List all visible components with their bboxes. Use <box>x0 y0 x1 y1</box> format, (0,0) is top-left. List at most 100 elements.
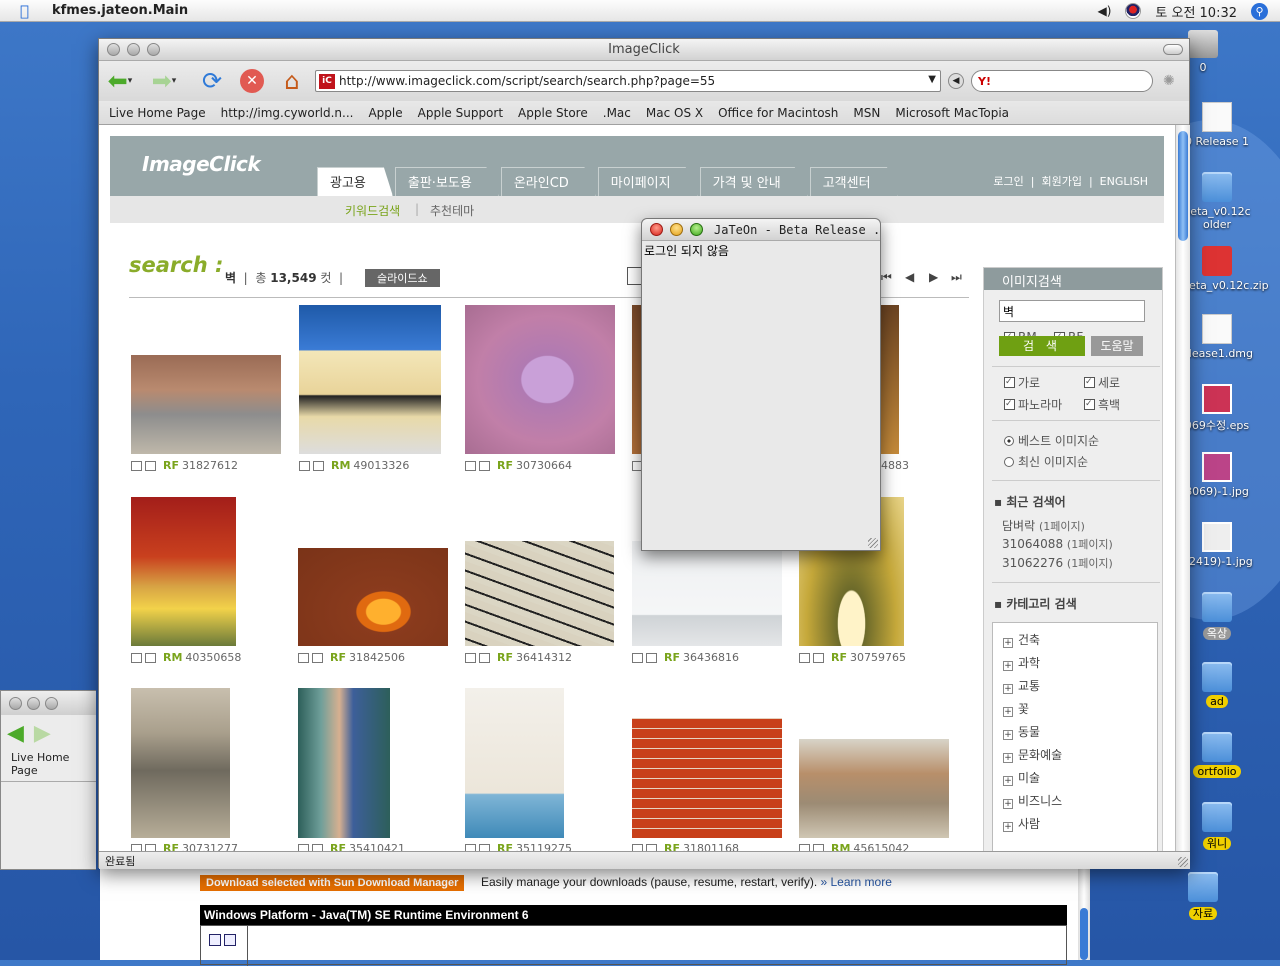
zoom-icon[interactable] <box>479 844 490 851</box>
category-item[interactable]: + 문화예술 <box>1003 746 1062 763</box>
jateon-titlebar[interactable]: JaTeOn - Beta Release ... <box>642 219 880 241</box>
thumbnail-image[interactable] <box>632 541 782 646</box>
last-page-icon[interactable]: ⏭ <box>951 270 962 285</box>
zoom-icon[interactable] <box>312 653 323 663</box>
category-item[interactable]: + 과학 <box>1003 654 1040 671</box>
thumbnail-image[interactable] <box>131 355 281 454</box>
orientation-portrait-checkbox[interactable]: ✓ 세로 <box>1084 374 1120 391</box>
recent-search-item[interactable]: 31062276 (1페이지) <box>1002 555 1113 571</box>
resize-grip-icon[interactable] <box>868 538 878 548</box>
spotlight-icon[interactable]: ⚲ <box>1251 2 1268 20</box>
add-lightbox-icon[interactable] <box>299 461 310 471</box>
orientation-landscape-checkbox[interactable]: ✓ 가로 <box>1004 374 1040 391</box>
bookmark-item[interactable]: Mac OS X <box>646 106 703 120</box>
reload-button[interactable]: ⟳ <box>197 67 227 95</box>
thumbnail-image[interactable] <box>632 718 782 838</box>
category-item[interactable]: + 교통 <box>1003 677 1040 694</box>
signup-link[interactable]: 회원가입 <box>1041 175 1081 188</box>
bookmark-item[interactable]: http://img.cyworld.n... <box>221 106 354 120</box>
thumbnail-image[interactable] <box>465 541 614 646</box>
imageclick-logo[interactable]: ImageClick <box>142 152 261 176</box>
add-lightbox-icon[interactable] <box>465 653 476 663</box>
stop-button[interactable]: ✕ <box>237 67 267 95</box>
expand-icon[interactable]: + <box>1003 638 1013 648</box>
desktop-icon-release[interactable]: 0 Release 1 <box>1182 102 1252 148</box>
slideshow-button[interactable]: 슬라이드쇼 <box>365 269 440 287</box>
back-button[interactable]: ⬅ ▾ <box>105 67 135 95</box>
recent-search-item[interactable]: 담벼락 (1페이지) <box>1002 517 1085 534</box>
desktop-icon-jpg2[interactable]: 32419)-1.jpg <box>1182 522 1253 568</box>
expand-icon[interactable]: + <box>1003 776 1013 786</box>
desktop-icon-folder-portfolio[interactable]: ortfolio <box>1182 732 1252 778</box>
desktop-icon-folder-roof[interactable]: 옥상 <box>1182 592 1252 641</box>
back-arrow-icon[interactable]: ◀ <box>7 721 24 746</box>
resize-grip-icon[interactable] <box>1178 857 1188 867</box>
expand-icon[interactable]: + <box>1003 730 1013 740</box>
zoom-icon[interactable] <box>479 461 490 471</box>
keyword-input[interactable] <box>999 300 1145 322</box>
tab-mypage[interactable]: 마이페이지 <box>597 167 698 196</box>
desktop-icon-eps[interactable]: 069수정.eps <box>1182 384 1252 433</box>
minimize-button-icon[interactable] <box>670 223 683 236</box>
category-item[interactable]: + 동물 <box>1003 723 1040 740</box>
image-id[interactable]: 45615042 <box>853 842 909 851</box>
back-dropdown-icon[interactable]: ▾ <box>128 76 133 86</box>
add-lightbox-icon[interactable] <box>632 653 643 663</box>
uncheck-all-icon[interactable] <box>224 934 236 946</box>
expand-icon[interactable]: + <box>1003 661 1013 671</box>
next-page-icon[interactable]: ▶ <box>929 270 938 284</box>
add-lightbox-icon[interactable] <box>131 653 142 663</box>
add-lightbox-icon[interactable] <box>465 461 476 471</box>
web-search-field[interactable]: Y! <box>971 70 1153 92</box>
bookmark-item[interactable]: MSN <box>853 106 880 120</box>
zoom-icon[interactable] <box>312 844 323 851</box>
tab-pricing[interactable]: 가격 및 안내 <box>699 167 808 196</box>
learn-more-link[interactable]: » Learn more <box>821 875 892 889</box>
scroll-thumb[interactable] <box>1178 131 1188 241</box>
second-window-titlebar[interactable] <box>1 691 96 715</box>
address-bar[interactable]: iC http://www.imageclick.com/script/sear… <box>315 70 941 92</box>
zoom-button-icon[interactable] <box>147 43 160 56</box>
category-item[interactable]: + 꽃 <box>1003 700 1029 717</box>
sort-best-radio[interactable]: 베스트 이미지순 <box>1004 432 1099 449</box>
add-lightbox-icon[interactable] <box>465 844 476 851</box>
thumbnail-image[interactable] <box>131 688 230 838</box>
image-id[interactable]: 31827612 <box>182 459 238 472</box>
desktop-icon-folder-data[interactable]: 자료 <box>1168 872 1238 921</box>
bw-checkbox[interactable]: ✓ 흑백 <box>1084 396 1120 413</box>
login-link[interactable]: 로그인 <box>993 175 1023 188</box>
tab-online-cd[interactable]: 온라인CD <box>500 167 596 196</box>
recommended-theme-link[interactable]: 추천테마 <box>430 202 474 219</box>
home-button[interactable]: ⌂ <box>277 67 307 95</box>
image-id[interactable]: 31842506 <box>349 651 405 664</box>
image-id[interactable]: 40350658 <box>185 651 241 664</box>
thumbnail-image[interactable] <box>299 305 441 454</box>
category-item[interactable]: + 건축 <box>1003 631 1040 648</box>
tab-support[interactable]: 고객센터 <box>809 167 898 196</box>
zoom-icon[interactable] <box>479 653 490 663</box>
bookmark-item[interactable]: Office for Macintosh <box>718 106 838 120</box>
zoom-icon[interactable] <box>813 844 824 851</box>
tab-advertising[interactable]: 광고용 <box>317 167 393 196</box>
zoom-icon[interactable] <box>646 653 657 663</box>
desktop-icon-folder-woni[interactable]: 워니 <box>1182 802 1252 851</box>
thumbnail-image[interactable] <box>465 688 564 838</box>
add-lightbox-icon[interactable] <box>131 844 142 851</box>
minimize-button-icon[interactable] <box>27 696 40 710</box>
second-window-bookmark[interactable]: Live Home Page <box>1 751 96 782</box>
category-item[interactable]: + 사람 <box>1003 815 1040 832</box>
add-lightbox-icon[interactable] <box>298 653 309 663</box>
desktop-icon-beta-zip[interactable]: beta_v0.12c.zip <box>1182 246 1269 292</box>
volume-icon[interactable]: ◀) <box>1097 4 1111 18</box>
background-scroll-thumb[interactable] <box>1080 908 1088 960</box>
app-menu-name[interactable]: kfmes.jateon.Main <box>52 3 188 18</box>
first-page-icon[interactable]: ⏮ <box>881 270 892 285</box>
url-history-dropdown-icon[interactable]: ▼ <box>928 74 936 85</box>
keyword-search-link[interactable]: 키워드검색 <box>345 202 400 219</box>
close-button-icon[interactable] <box>9 696 22 710</box>
go-button-icon[interactable]: ◀ <box>948 73 964 89</box>
thumbnail-image[interactable] <box>881 305 899 454</box>
zoom-button-icon[interactable] <box>690 223 703 236</box>
close-button-icon[interactable] <box>107 43 120 56</box>
image-id[interactable]: 36436816 <box>683 651 739 664</box>
